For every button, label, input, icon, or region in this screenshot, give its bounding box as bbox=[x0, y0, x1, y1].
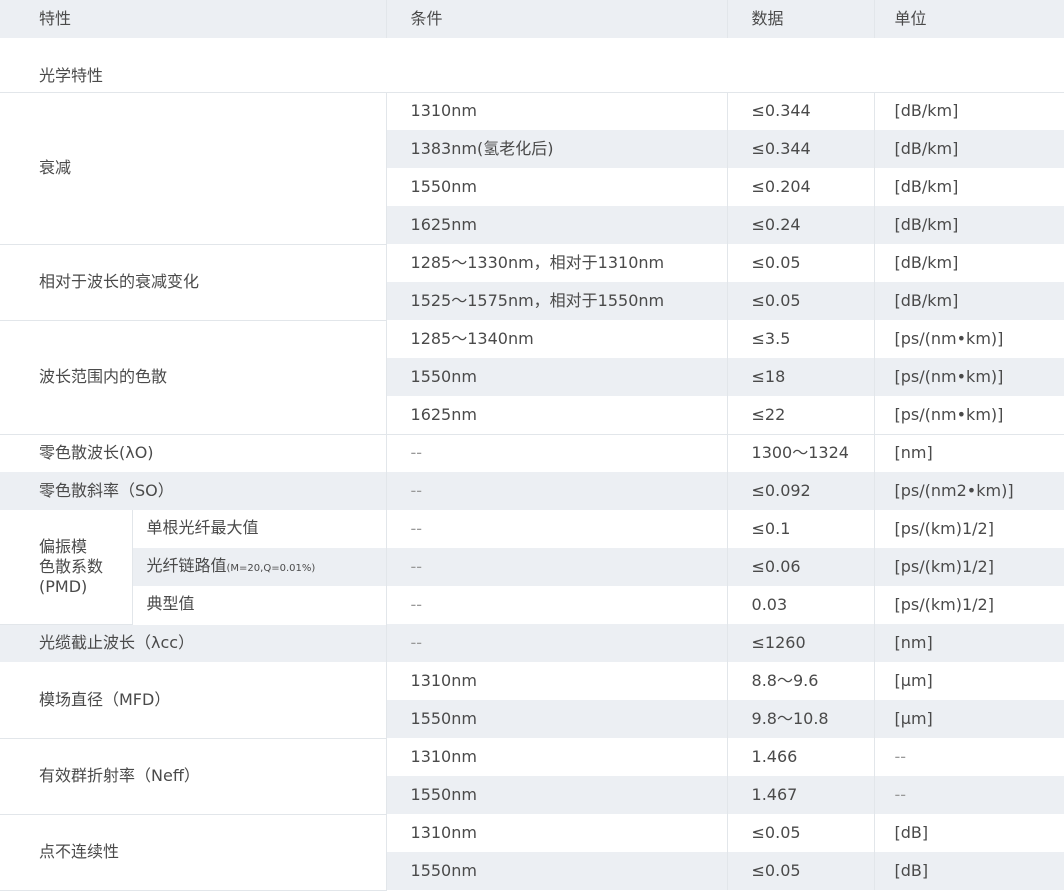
value-cell: 1.467 bbox=[727, 776, 875, 814]
value-cell: ≤0.344 bbox=[727, 92, 875, 130]
mfd-label: 模场直径（MFD） bbox=[0, 662, 387, 739]
condition-cell: -- bbox=[386, 510, 728, 548]
condition-cell: -- bbox=[386, 548, 728, 586]
table-row: 点不连续性 1310nm ≤0.05 [dB] bbox=[0, 814, 1064, 891]
pmd-label: 偏振模 色散系数 (PMD) bbox=[0, 510, 133, 625]
unit-cell: [dB/km] bbox=[874, 244, 1064, 282]
unit-cell: [nm] bbox=[874, 624, 1064, 662]
table-row: 波长范围内的色散 1285～1340nm ≤3.5 [ps/(nm•km)] bbox=[0, 320, 1064, 435]
table-row: 光缆截止波长（λcc） -- ≤1260 [nm] bbox=[0, 624, 1064, 662]
value-cell: ≤0.05 bbox=[727, 282, 875, 320]
condition-cell: -- bbox=[386, 472, 728, 510]
zero-wavelength-label: 零色散波长(λO) bbox=[0, 433, 387, 472]
condition-cell: 1310nm bbox=[386, 662, 728, 700]
unit-cell: [dB/km] bbox=[874, 168, 1064, 206]
condition-cell: 1550nm bbox=[386, 700, 728, 738]
condition-cell: 1625nm bbox=[386, 206, 728, 244]
value-cell: 0.03 bbox=[727, 586, 875, 624]
dispersion-label: 波长范围内的色散 bbox=[0, 320, 387, 435]
value-cell: ≤0.1 bbox=[727, 510, 875, 548]
table-row: 有效群折射率（Neff） 1310nm 1.466 -- bbox=[0, 738, 1064, 815]
condition-cell: 1550nm bbox=[386, 358, 728, 396]
unit-cell: -- bbox=[874, 738, 1064, 776]
table-header-row: 特性 条件 数据 单位 bbox=[0, 0, 1064, 38]
unit-cell: [µm] bbox=[874, 700, 1064, 738]
value-cell: ≤0.05 bbox=[727, 814, 875, 852]
condition-cell: -- bbox=[386, 433, 728, 472]
condition-cell: 1525～1575nm，相对于1550nm bbox=[386, 282, 728, 320]
condition-cell: -- bbox=[386, 586, 728, 624]
condition-cell: 1550nm bbox=[386, 168, 728, 206]
zero-slope-label: 零色散斜率（SO） bbox=[0, 472, 387, 510]
unit-cell: [dB/km] bbox=[874, 130, 1064, 168]
pmd-label-line1: 偏振模 bbox=[39, 536, 88, 556]
neff-label: 有效群折射率（Neff） bbox=[0, 738, 387, 815]
table-row: 相对于波长的衰减变化 1285～1330nm，相对于1310nm ≤0.05 [… bbox=[0, 244, 1064, 321]
value-cell: ≤0.344 bbox=[727, 130, 875, 168]
value-cell: ≤0.05 bbox=[727, 852, 875, 890]
cutoff-label: 光缆截止波长（λcc） bbox=[0, 624, 387, 662]
attenuation-label: 衰减 bbox=[0, 92, 387, 245]
value-cell: ≤0.05 bbox=[727, 244, 875, 282]
value-cell: ≤1260 bbox=[727, 624, 875, 662]
value-cell: ≤0.092 bbox=[727, 472, 875, 510]
atten-variation-label: 相对于波长的衰减变化 bbox=[0, 244, 387, 321]
header-unit: 单位 bbox=[874, 0, 1064, 38]
unit-cell: [ps/(km)1/2] bbox=[874, 548, 1064, 586]
unit-cell: [dB] bbox=[874, 814, 1064, 852]
value-cell: ≤22 bbox=[727, 396, 875, 434]
condition-cell: 1550nm bbox=[386, 776, 728, 814]
unit-cell: [ps/(nm•km)] bbox=[874, 320, 1064, 358]
table-row: 模场直径（MFD） 1310nm 8.8～9.6 [µm] bbox=[0, 662, 1064, 739]
value-cell: ≤3.5 bbox=[727, 320, 875, 358]
discontinuity-label: 点不连续性 bbox=[0, 814, 387, 891]
condition-cell: -- bbox=[386, 624, 728, 662]
condition-cell: 1625nm bbox=[386, 396, 728, 434]
pmd-sub-label: 光纤链路值(M=20,Q=0.01%) bbox=[132, 548, 387, 586]
value-cell: 1300～1324 bbox=[727, 433, 875, 472]
header-data: 数据 bbox=[727, 0, 875, 38]
table-row: 零色散斜率（SO） -- ≤0.092 [ps/(nm2•km)] bbox=[0, 472, 1064, 510]
table-row: 光纤链路值(M=20,Q=0.01%) -- ≤0.06 [ps/(km)1/2… bbox=[0, 548, 1064, 586]
condition-cell: 1383nm(氢老化后) bbox=[386, 130, 728, 168]
value-cell: ≤18 bbox=[727, 358, 875, 396]
section-title: 光学特性 bbox=[0, 38, 1064, 93]
spec-table: 特性 条件 数据 单位 光学特性 衰减 1310nm ≤0.344 [dB/km… bbox=[0, 0, 1064, 891]
pmd-label-line3: (PMD) bbox=[39, 576, 88, 596]
header-characteristic: 特性 bbox=[0, 0, 387, 38]
condition-cell: 1285～1330nm，相对于1310nm bbox=[386, 244, 728, 282]
unit-cell: [ps/(nm2•km)] bbox=[874, 472, 1064, 510]
unit-cell: [dB/km] bbox=[874, 92, 1064, 130]
unit-cell: [dB/km] bbox=[874, 206, 1064, 244]
pmd-sub-label: 单根光纤最大值 bbox=[132, 510, 387, 548]
unit-cell: [µm] bbox=[874, 662, 1064, 700]
unit-cell: [ps/(nm•km)] bbox=[874, 396, 1064, 434]
value-cell: 8.8～9.6 bbox=[727, 662, 875, 700]
table-row: 偏振模 色散系数 (PMD) 单根光纤最大值 -- ≤0.1 [ps/(km)1… bbox=[0, 510, 1064, 625]
table-row: 典型值 -- 0.03 [ps/(km)1/2] bbox=[0, 586, 1064, 624]
unit-cell: [ps/(km)1/2] bbox=[874, 586, 1064, 624]
value-cell: ≤0.06 bbox=[727, 548, 875, 586]
condition-cell: 1310nm bbox=[386, 738, 728, 776]
value-cell: ≤0.204 bbox=[727, 168, 875, 206]
table-row: 衰减 1310nm ≤0.344 [dB/km] bbox=[0, 92, 1064, 245]
condition-cell: 1310nm bbox=[386, 92, 728, 130]
unit-cell: [ps/(nm•km)] bbox=[874, 358, 1064, 396]
table-row: 零色散波长(λO) -- 1300～1324 [nm] bbox=[0, 433, 1064, 472]
condition-cell: 1285～1340nm bbox=[386, 320, 728, 358]
section-row: 光学特性 bbox=[0, 38, 1064, 93]
header-condition: 条件 bbox=[386, 0, 728, 38]
pmd-sub-label: 典型值 bbox=[132, 586, 387, 624]
pmd-label-line2: 色散系数 bbox=[39, 556, 104, 576]
unit-cell: [nm] bbox=[874, 433, 1064, 472]
value-cell: 1.466 bbox=[727, 738, 875, 776]
condition-cell: 1550nm bbox=[386, 852, 728, 890]
unit-cell: [dB/km] bbox=[874, 282, 1064, 320]
condition-cell: 1310nm bbox=[386, 814, 728, 852]
value-cell: ≤0.24 bbox=[727, 206, 875, 244]
unit-cell: [dB] bbox=[874, 852, 1064, 890]
unit-cell: [ps/(km)1/2] bbox=[874, 510, 1064, 548]
value-cell: 9.8～10.8 bbox=[727, 700, 875, 738]
unit-cell: -- bbox=[874, 776, 1064, 814]
